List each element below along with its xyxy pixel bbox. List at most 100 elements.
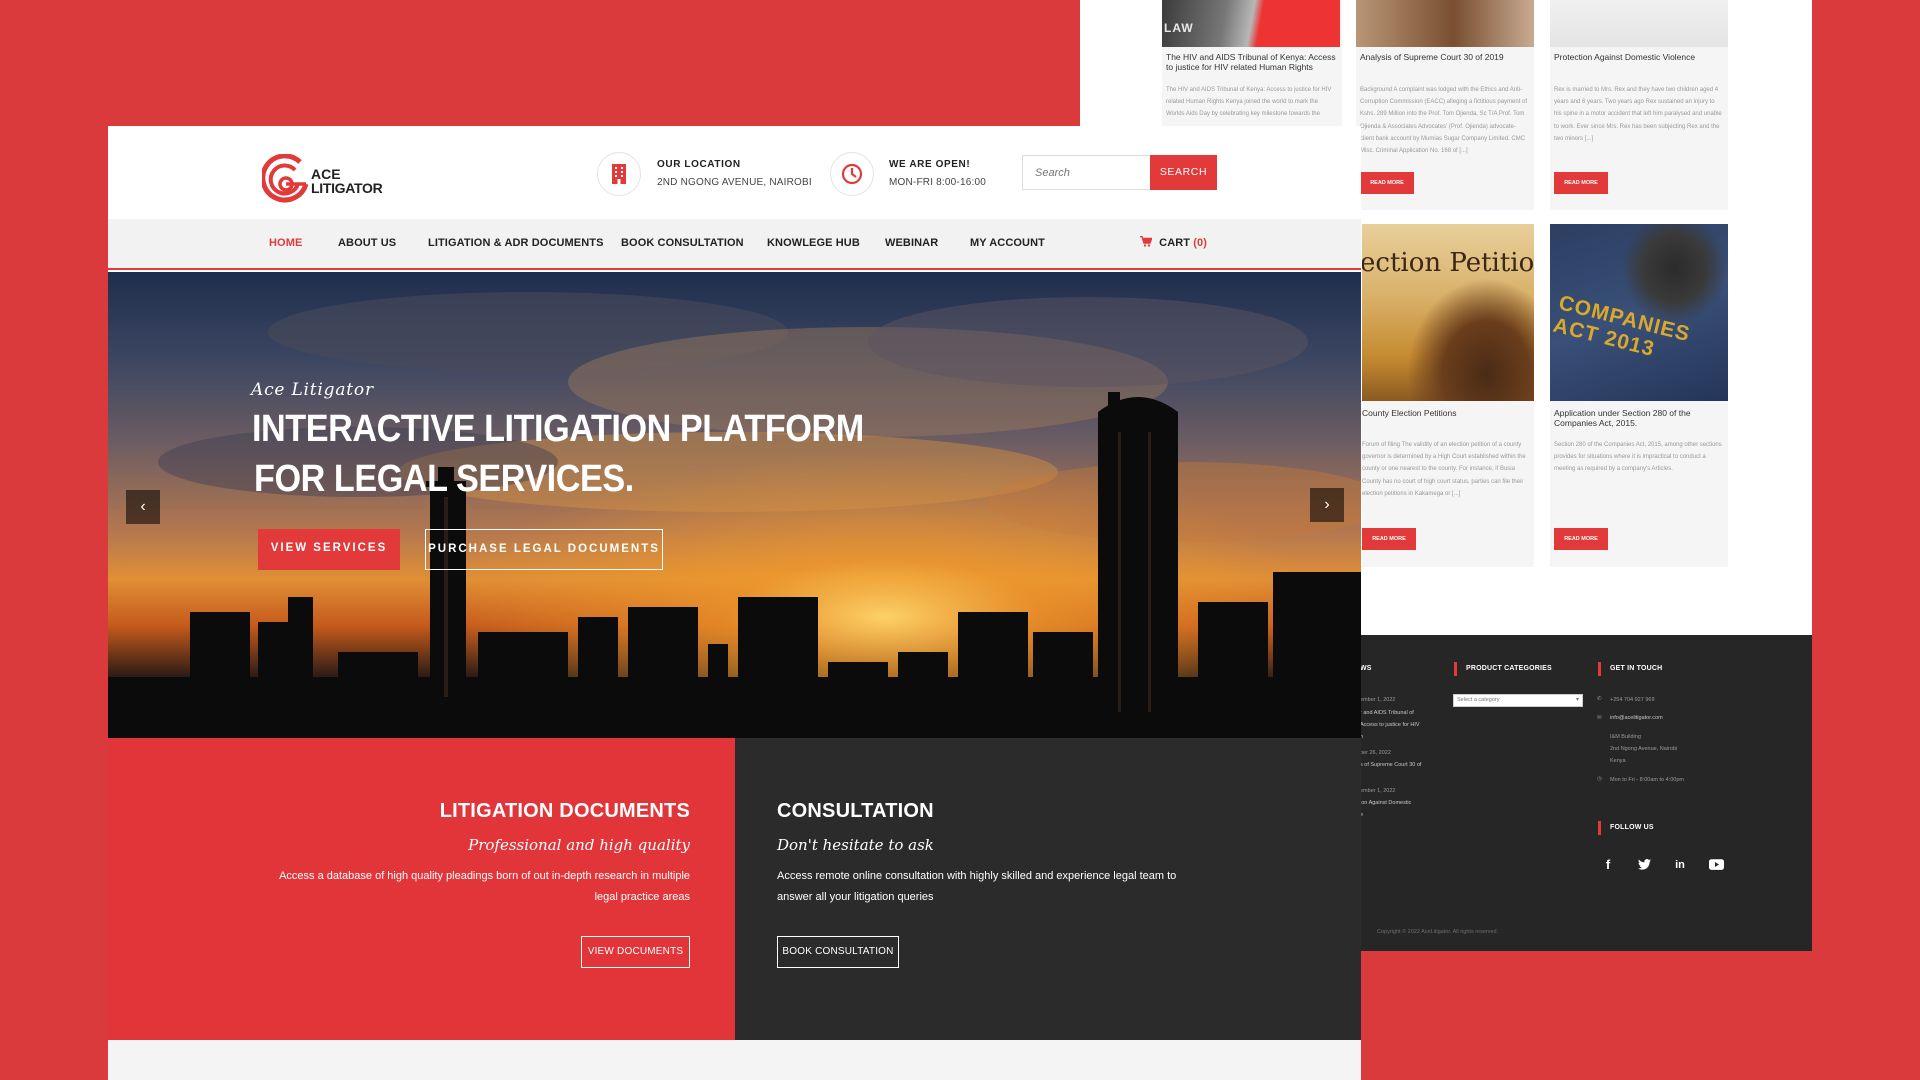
panel-title: LITIGATION DOCUMENTS <box>439 800 690 822</box>
read-more-button[interactable]: READ MORE <box>1362 528 1416 550</box>
blog-thumbnail: COMPANIES ACT 2013 <box>1550 224 1728 401</box>
home-page-screenshot: ACE LITIGATOR OUR LOCATION 2ND NGONG AVE… <box>108 126 1361 1080</box>
blog-title[interactable]: The HIV and AIDS Tribunal of Kenya: Acce… <box>1166 52 1336 72</box>
footer-categories-heading: PRODUCT CATEGORIES <box>1454 662 1552 676</box>
panel-text: answer all your litigation queries <box>777 891 934 903</box>
panel-title: CONSULTATION <box>777 800 934 822</box>
logo-text-line1: ACE <box>311 166 341 182</box>
purchase-documents-button[interactable]: PURCHASE LEGAL DOCUMENTS <box>425 529 663 570</box>
blog-excerpt: Forum of filing The validity of an elect… <box>1362 442 1526 497</box>
logo-text-line2: LITIGATOR <box>311 180 383 196</box>
footer-email[interactable]: info@acelitigator.com <box>1610 712 1663 725</box>
view-documents-button[interactable]: VIEW DOCUMENTS <box>581 936 690 968</box>
blog-title[interactable]: Protection Against Domestic Violence <box>1554 52 1722 62</box>
nav-webinar[interactable]: WEBINAR <box>885 237 938 249</box>
footer-address-line: Kenya <box>1610 758 1626 764</box>
footer-news-item: ber 26, 2022 <box>1360 750 1391 756</box>
panel-text: legal practice areas <box>594 891 690 903</box>
litigation-documents-panel: LITIGATION DOCUMENTS Professional and hi… <box>108 738 735 1040</box>
panel-subtitle: Don't hesitate to ask <box>777 836 934 854</box>
read-more-button[interactable]: READ MORE <box>1554 172 1608 194</box>
blog-thumbnail: ection Petition <box>1362 224 1534 401</box>
clock-icon: ◷ <box>1597 776 1602 782</box>
panel-subtitle: Professional and high quality <box>468 836 690 854</box>
twitter-icon[interactable] <box>1634 855 1654 875</box>
footer-contact-heading: GET IN TOUCH <box>1597 662 1663 676</box>
category-select[interactable]: Select a category ▾ <box>1453 694 1583 707</box>
hours-value: MON-FRI 8:00-16:00 <box>889 177 986 188</box>
slider-next-button[interactable]: › <box>1310 488 1344 522</box>
city-skyline-graphic <box>108 392 1361 738</box>
mail-icon: ✉ <box>1597 715 1602 721</box>
footer-address-line: I&M Building <box>1610 734 1641 740</box>
footer-address-line: 2nd Ngong Avenue, Nairobi <box>1610 746 1678 752</box>
panel-text: Access a database of high quality pleadi… <box>279 870 690 882</box>
read-more-button[interactable]: READ MORE <box>1360 172 1414 194</box>
footer-phone[interactable]: +254 704 927 969 <box>1610 694 1655 707</box>
slider-prev-button[interactable]: ‹ <box>126 490 160 524</box>
blog-thumbnail <box>1550 0 1728 47</box>
panel-text: Access remote online consultation with h… <box>777 870 1177 882</box>
blog-card[interactable]: Protection Against Domestic Violence Rex… <box>1550 0 1728 210</box>
main-nav: HOME ABOUT US LITIGATION & ADR DOCUMENTS… <box>108 219 1361 270</box>
hero-title-line1: INTERACTIVE LITIGATION PLATFORM <box>252 408 864 450</box>
footer-news-heading: WS <box>1348 662 1372 676</box>
site-header: ACE LITIGATOR OUR LOCATION 2ND NGONG AVE… <box>108 126 1361 219</box>
thumbnail-label: ection Petition <box>1362 248 1534 278</box>
cart-count: (0) <box>1193 237 1208 249</box>
location-value: 2ND NGONG AVENUE, NAIROBI <box>657 177 812 188</box>
hero-title-line2: FOR LEGAL SERVICES. <box>254 458 634 500</box>
blog-excerpt: Section 280 of the Companies Act, 2015, … <box>1554 442 1722 473</box>
clock-icon <box>830 152 874 196</box>
cart-icon <box>1140 235 1153 247</box>
logo[interactable]: ACE LITIGATOR <box>262 154 402 210</box>
blog-title[interactable]: Analysis of Supreme Court 30 of 2019 <box>1360 52 1528 62</box>
nav-my-account[interactable]: MY ACCOUNT <box>970 237 1045 249</box>
blog-card[interactable]: Analysis of Supreme Court 30 of 2019 Bac… <box>1356 0 1534 210</box>
hero-slider: Ace Litigator INTERACTIVE LITIGATION PLA… <box>108 272 1361 738</box>
cart-label: CART <box>1159 237 1191 249</box>
nav-litigation-documents[interactable]: LITIGATION & ADR DOCUMENTS <box>428 237 604 249</box>
blog-excerpt: Rex is married to Mrs. Rex and they have… <box>1554 87 1722 142</box>
thumbnail-label: COMPANIES ACT 2013 <box>1550 291 1693 362</box>
chevron-right-icon: › <box>1324 496 1330 513</box>
nav-about-us[interactable]: ABOUT US <box>338 237 396 249</box>
blog-card[interactable]: COMPANIES ACT 2013 Application under Sec… <box>1550 224 1728 567</box>
footer-news-item: ember 1, 2022 <box>1360 697 1396 703</box>
hours-title: WE ARE OPEN! <box>889 159 971 170</box>
footer-news-item[interactable]: ion Against Domestic <box>1360 797 1411 810</box>
read-more-button[interactable]: READ MORE <box>1554 528 1608 550</box>
footer-news-item[interactable]: s of Supreme Court 30 of <box>1360 759 1421 772</box>
footer-hours: Mon to Fri - 8:00am to 4:00pm <box>1610 777 1684 783</box>
phone-icon: ✆ <box>1597 696 1602 702</box>
blog-excerpt: Background A complaint was lodged with t… <box>1360 87 1528 155</box>
nav-book-consultation[interactable]: BOOK CONSULTATION <box>621 237 744 249</box>
footer-copyright: Copyright © 2022 AceLitigator. All right… <box>1377 929 1499 935</box>
book-consultation-button[interactable]: BOOK CONSULTATION <box>777 936 899 968</box>
search-button[interactable]: SEARCH <box>1150 155 1217 190</box>
blog-thumbnail: LAW <box>1162 0 1340 47</box>
location-title: OUR LOCATION <box>657 159 741 170</box>
footer-follow-heading: FOLLOW US <box>1598 821 1654 835</box>
cart-link[interactable]: CART (0) <box>1140 235 1208 249</box>
building-icon <box>597 152 641 196</box>
logo-icon <box>262 154 309 203</box>
youtube-icon[interactable] <box>1706 855 1726 875</box>
blog-card[interactable]: ection Petition County Election Petition… <box>1362 224 1534 567</box>
site-footer: WS ember 1, 2022 r and AIDS Tribunal of … <box>1348 635 1812 951</box>
blog-title[interactable]: Application under Section 280 of the Com… <box>1554 408 1722 428</box>
thumbnail-label: LAW <box>1164 21 1194 35</box>
footer-news-item[interactable]: Access to justice for HIV <box>1360 719 1420 732</box>
nav-home[interactable]: HOME <box>269 237 302 249</box>
linkedin-icon[interactable]: in <box>1670 855 1690 875</box>
consultation-panel: CONSULTATION Don't hesitate to ask Acces… <box>735 738 1361 1040</box>
nav-knowledge-hub[interactable]: KNOWLEGE HUB <box>767 237 860 249</box>
facebook-icon[interactable]: f <box>1598 855 1618 875</box>
hero-kicker: Ace Litigator <box>251 380 374 400</box>
footer-news-item[interactable]: r and AIDS Tribunal of <box>1360 707 1414 720</box>
blog-thumbnail <box>1356 0 1534 47</box>
blog-card[interactable]: LAW The HIV and AIDS Tribunal of Kenya: … <box>1162 0 1342 126</box>
search-input[interactable] <box>1022 155 1150 190</box>
blog-title[interactable]: County Election Petitions <box>1362 408 1528 418</box>
view-services-button[interactable]: VIEW SERVICES <box>258 529 400 570</box>
